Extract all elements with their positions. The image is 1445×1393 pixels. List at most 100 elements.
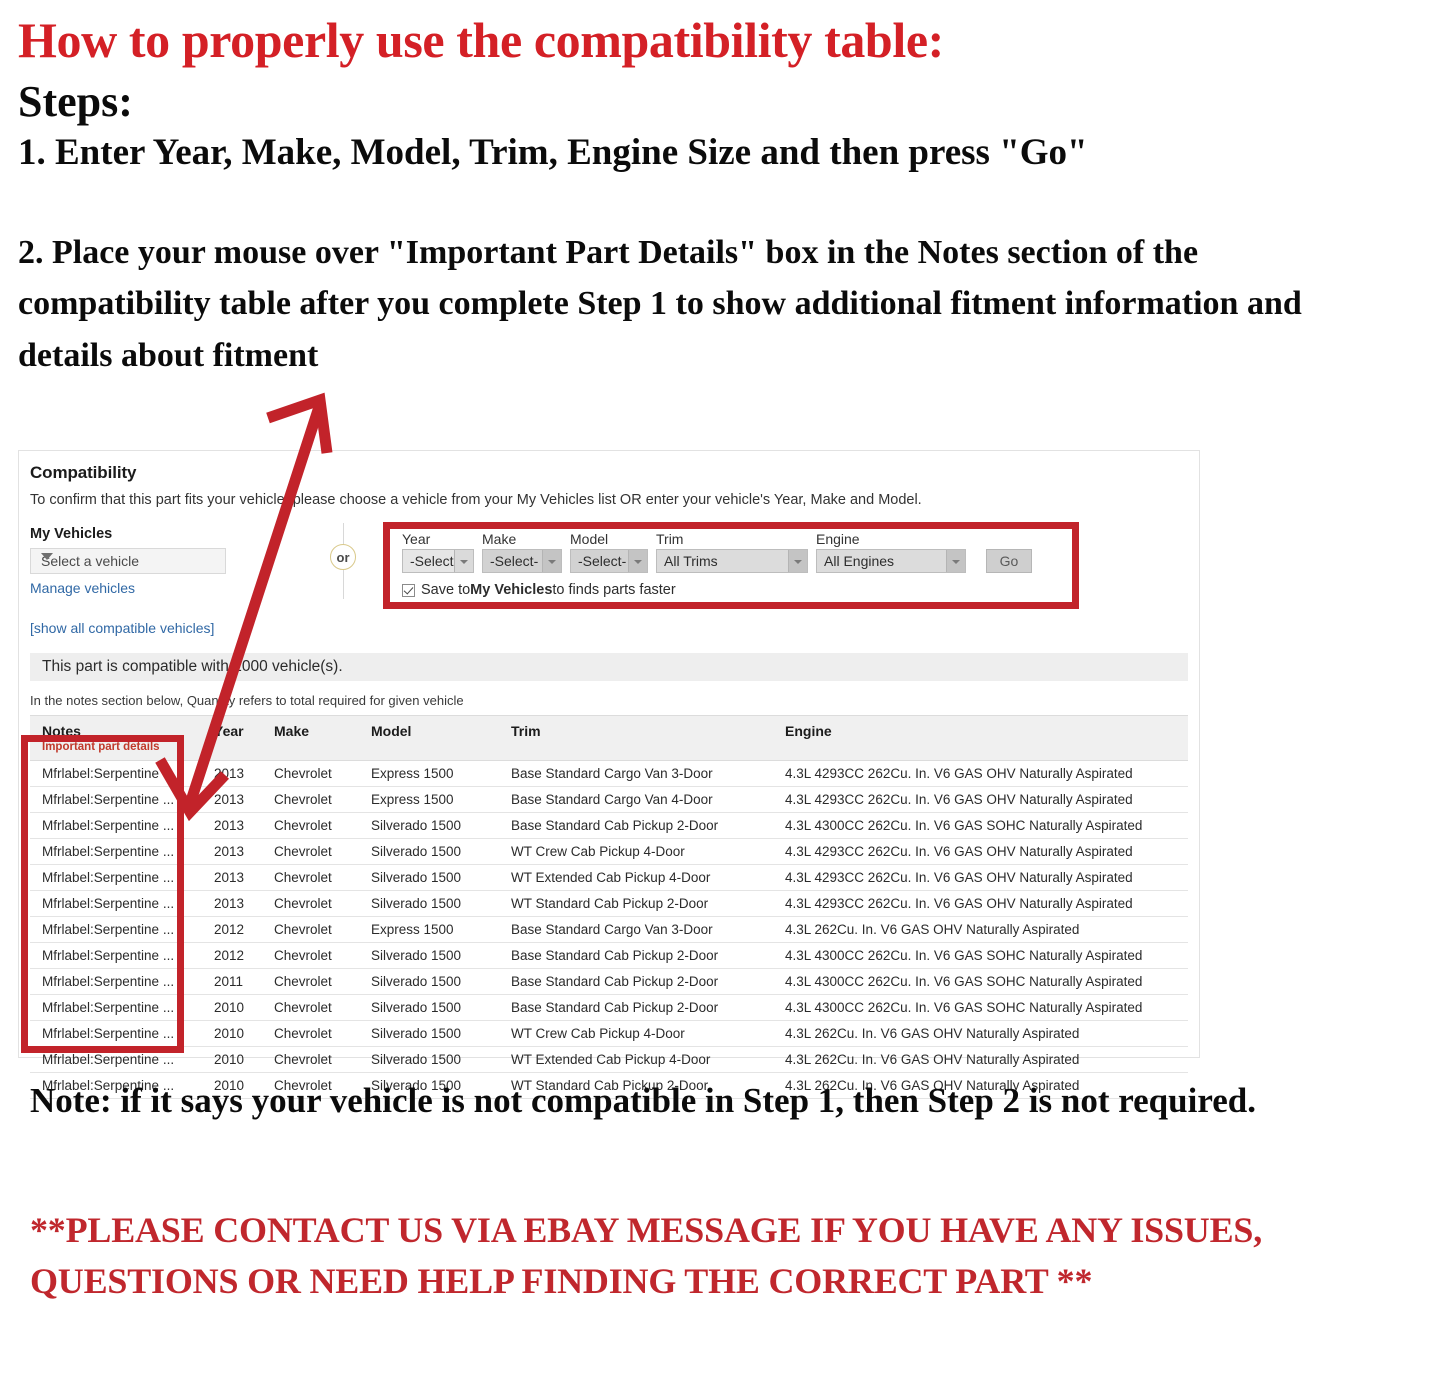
cell-trim: WT Crew Cab Pickup 4-Door [499,838,773,865]
cell-trim: WT Extended Cab Pickup 4-Door [499,1046,773,1073]
instructions-block: How to properly use the compatibility ta… [18,14,1418,382]
footer-note: Note: if it says your vehicle is not com… [30,1081,1256,1120]
cell-engine: 4.3L 4293CC 262Cu. In. V6 GAS OHV Natura… [773,890,1188,917]
cell-trim: Base Standard Cab Pickup 2-Door [499,994,773,1021]
cell-trim: WT Crew Cab Pickup 4-Door [499,1020,773,1047]
cell-engine: 4.3L 4293CC 262Cu. In. V6 GAS OHV Natura… [773,786,1188,813]
model-label: Model [570,531,609,547]
cell-year: 2011 [202,968,262,995]
cell-trim: Base Standard Cab Pickup 2-Door [499,942,773,969]
cell-make: Chevrolet [262,812,359,839]
cell-model: Express 1500 [359,760,499,787]
cell-make: Chevrolet [262,760,359,787]
cell-model: Silverado 1500 [359,812,499,839]
chevron-down-icon [41,553,53,560]
cell-year: 2010 [202,1046,262,1073]
year-select[interactable]: -Select- [402,549,474,573]
cell-year: 2013 [202,786,262,813]
show-all-compatible-vehicles-link[interactable]: [show all compatible vehicles] [30,620,214,636]
chevron-down-icon [454,550,473,572]
engine-select[interactable]: All Engines [816,549,966,573]
cell-model: Silverado 1500 [359,864,499,891]
steps-label: Steps: [18,77,133,126]
my-vehicles-select[interactable]: Select a vehicle [30,548,226,574]
compatible-count-bar: This part is compatible with 1000 vehicl… [30,653,1188,681]
save-to-my-vehicles-row[interactable]: Save to My Vehicles to finds parts faste… [402,582,1072,598]
cell-model: Silverado 1500 [359,838,499,865]
trim-select-value: All Trims [664,553,718,569]
cell-year: 2012 [202,916,262,943]
go-button[interactable]: Go [986,549,1032,573]
cell-model: Express 1500 [359,916,499,943]
cell-engine: 4.3L 4300CC 262Cu. In. V6 GAS SOHC Natur… [773,942,1188,969]
page-title: How to properly use the compatibility ta… [18,12,944,68]
save-checkbox[interactable] [402,583,415,597]
engine-field: Engine All Engines [816,531,966,573]
compatibility-description: To confirm that this part fits your vehi… [30,492,922,508]
make-field: Make -Select- [482,531,562,573]
table-row: Mfrlabel:Serpentine ... 2012 Chevrolet Expr… [30,916,1188,943]
my-vehicles-select-value: Select a vehicle [41,553,140,569]
cell-year: 2013 [202,812,262,839]
cell-year: 2013 [202,864,262,891]
column-header-model[interactable]: Model [359,715,499,761]
cell-make: Chevrolet [262,864,359,891]
table-header-row: Notes Important part details Year Make M… [30,715,1188,761]
step-2-text: 2. Place your mouse over "Important Part… [18,233,1302,375]
column-header-trim[interactable]: Trim [499,715,773,761]
model-select-value: -Select- [578,553,627,569]
cell-model: Silverado 1500 [359,968,499,995]
table-row: Mfrlabel:Serpentine ... 2013 Chevrolet Silv… [30,890,1188,917]
cell-trim: WT Standard Cab Pickup 2-Door [499,890,773,917]
cell-model: Silverado 1500 [359,942,499,969]
cell-engine: 4.3L 4300CC 262Cu. In. V6 GAS SOHC Natur… [773,994,1188,1021]
cell-model: Silverado 1500 [359,1046,499,1073]
cell-engine: 4.3L 4293CC 262Cu. In. V6 GAS OHV Natura… [773,864,1188,891]
save-prefix-text: Save to [421,582,471,598]
table-row: Mfrlabel:Serpentine ... 2013 Chevrolet Expr… [30,760,1188,787]
cell-engine: 4.3L 262Cu. In. V6 GAS OHV Naturally Asp… [773,916,1188,943]
cell-model: Express 1500 [359,786,499,813]
table-row: Mfrlabel:Serpentine ... 2012 Chevrolet Silv… [30,942,1188,969]
cell-year: 2010 [202,1020,262,1047]
cell-engine: 4.3L 4300CC 262Cu. In. V6 GAS SOHC Natur… [773,968,1188,995]
cell-engine: 4.3L 262Cu. In. V6 GAS OHV Naturally Asp… [773,1046,1188,1073]
engine-select-value: All Engines [824,553,895,569]
footer-contact: **PLEASE CONTACT US VIA EBAY MESSAGE IF … [30,1210,1263,1302]
manage-vehicles-link[interactable]: Manage vehicles [30,580,135,596]
cell-make: Chevrolet [262,1020,359,1047]
trim-field: Trim All Trims [656,531,808,573]
column-header-make[interactable]: Make [262,715,359,761]
table-row: Mfrlabel:Serpentine ... 2010 Chevrolet Silv… [30,1046,1188,1073]
cell-trim: WT Extended Cab Pickup 4-Door [499,864,773,891]
cell-trim: Base Standard Cab Pickup 2-Door [499,968,773,995]
compatibility-panel: Compatibility To confirm that this part … [18,450,1200,1099]
chevron-down-icon [542,550,561,572]
cell-trim: Base Standard Cargo Van 3-Door [499,760,773,787]
notes-column-highlight-annotation [21,735,184,1053]
cell-year: 2013 [202,890,262,917]
table-row: Mfrlabel:Serpentine ... 2011 Chevrolet Silv… [30,968,1188,995]
model-field: Model -Select- [570,531,648,573]
cell-trim: Base Standard Cargo Van 4-Door [499,786,773,813]
cell-engine: 4.3L 262Cu. In. V6 GAS OHV Naturally Asp… [773,1020,1188,1047]
cell-year: 2010 [202,994,262,1021]
compatibility-heading: Compatibility [30,463,137,482]
step-1-text: 1. Enter Year, Make, Model, Trim, Engine… [18,132,1088,174]
table-row: Mfrlabel:Serpentine ... 2010 Chevrolet Silv… [30,994,1188,1021]
cell-make: Chevrolet [262,942,359,969]
make-select[interactable]: -Select- [482,549,562,573]
table-row: Mfrlabel:Serpentine ... 2013 Chevrolet Silv… [30,812,1188,839]
chevron-down-icon [946,550,965,572]
or-divider: or [324,523,364,599]
cell-make: Chevrolet [262,916,359,943]
year-field: Year -Select- [402,531,474,573]
model-select[interactable]: -Select- [570,549,648,573]
cell-model: Silverado 1500 [359,1020,499,1047]
column-header-year[interactable]: Year [202,715,262,761]
my-vehicles-block: My Vehicles Select a vehicle [30,526,290,574]
trim-select[interactable]: All Trims [656,549,808,573]
notes-quantity-hint: In the notes section below, Quantity ref… [30,693,464,708]
make-select-value: -Select- [490,553,539,569]
column-header-engine[interactable]: Engine [773,715,1188,761]
